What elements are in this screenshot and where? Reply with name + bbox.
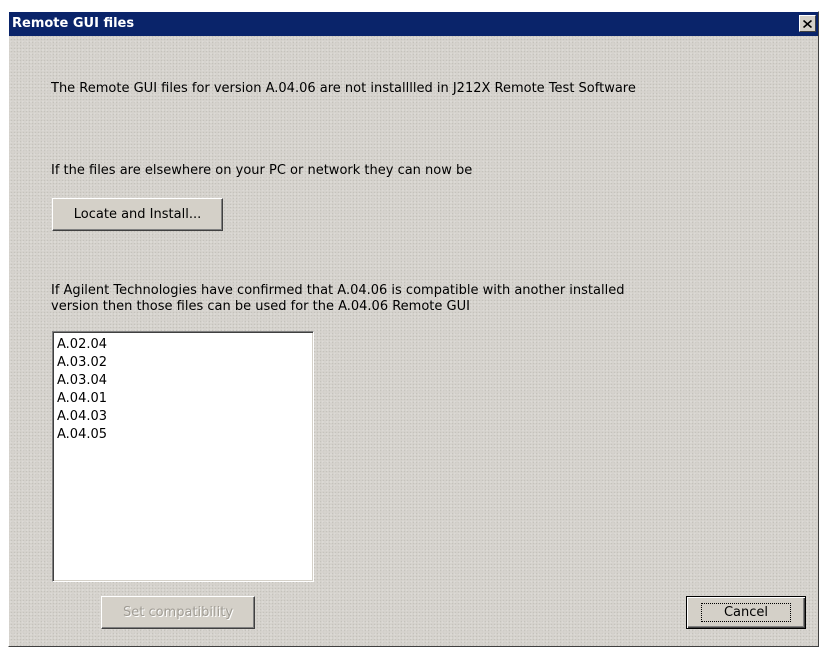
list-item[interactable]: A.04.03 bbox=[57, 408, 313, 426]
window-title: Remote GUI files bbox=[12, 16, 135, 31]
title-bar[interactable]: Remote GUI files bbox=[9, 12, 818, 36]
compatibility-message-line-2: version then those files can be used for… bbox=[51, 299, 470, 314]
locate-and-install-label: Locate and Install... bbox=[73, 207, 202, 222]
set-compatibility-label: Set compatibility bbox=[122, 605, 234, 620]
remote-gui-files-dialog: Remote GUI files The Remote GUI files fo… bbox=[8, 11, 819, 647]
list-item[interactable]: A.03.02 bbox=[57, 354, 313, 372]
cancel-label: Cancel bbox=[700, 603, 792, 622]
close-button[interactable] bbox=[799, 15, 816, 32]
not-installed-message: The Remote GUI files for version A.04.06… bbox=[51, 81, 636, 96]
close-icon bbox=[803, 19, 812, 28]
set-compatibility-button[interactable]: Set compatibility bbox=[101, 596, 255, 629]
locate-instructions: If the files are elsewhere on your PC or… bbox=[51, 163, 473, 178]
list-item[interactable]: A.04.05 bbox=[57, 426, 313, 444]
list-item[interactable]: A.04.01 bbox=[57, 390, 313, 408]
list-item[interactable]: A.02.04 bbox=[57, 336, 313, 354]
cancel-button[interactable]: Cancel bbox=[686, 596, 806, 629]
compatibility-message-line-1: If Agilent Technologies have confirmed t… bbox=[51, 283, 625, 298]
locate-and-install-button[interactable]: Locate and Install... bbox=[52, 198, 223, 231]
versions-listbox[interactable]: A.02.04 A.03.02 A.03.04 A.04.01 A.04.03 … bbox=[52, 331, 314, 582]
list-item[interactable]: A.03.04 bbox=[57, 372, 313, 390]
